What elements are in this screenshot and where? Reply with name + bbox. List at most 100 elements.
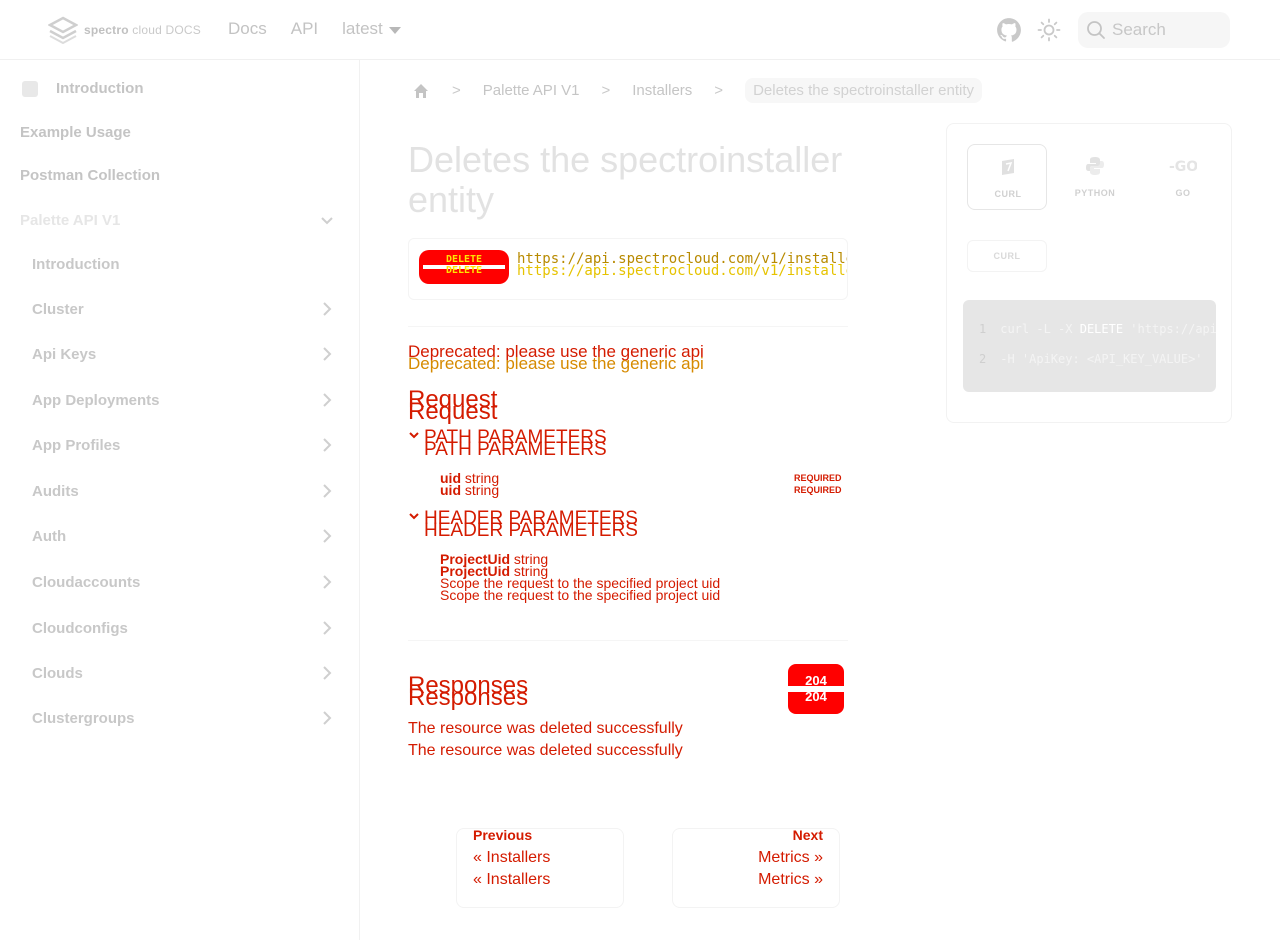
tab-go[interactable]: -GO GO	[1143, 144, 1223, 210]
endpoint-box: DELETE DELETE https://api.spectrocloud.c…	[408, 238, 848, 300]
breadcrumb-installers[interactable]: Installers	[632, 82, 692, 99]
chevron-down-icon	[388, 26, 401, 34]
pager-previous-target: « Installers	[473, 849, 551, 866]
nav-link-api[interactable]: API	[291, 19, 318, 39]
chevron-right-icon[interactable]	[320, 484, 334, 498]
endpoint-url-echo: https://api.spectrocloud.com/v1/installe…	[517, 263, 847, 279]
chevron-right-icon[interactable]	[320, 302, 334, 316]
required-badge: REQUIRED	[794, 473, 842, 483]
path-param-name-echo: uid	[440, 482, 461, 498]
method-label: DELETE	[445, 254, 483, 265]
header-params-heading-echo: HEADER PARAMETERS	[424, 520, 638, 541]
method-badge: DELETE DELETE	[419, 250, 509, 284]
version-dropdown[interactable]: latest	[342, 19, 401, 39]
sidebar-subitem-clustergroups[interactable]: Clustergroups	[32, 710, 135, 727]
method-label-echo: DELETE	[445, 265, 483, 276]
pager-next[interactable]: Next Metrics » Metrics »	[672, 827, 840, 908]
search-icon	[1087, 21, 1105, 39]
logo[interactable]: spectro cloud DOCS	[48, 16, 201, 44]
sidebar-subitem-introduction[interactable]: Introduction	[32, 256, 119, 273]
sidebar-subitem-app-deployments[interactable]: App Deployments	[32, 392, 160, 409]
github-icon[interactable]	[996, 17, 1022, 43]
path-param-row-echo: uid string	[440, 482, 499, 498]
code-tab-curl[interactable]: CURL	[967, 240, 1047, 272]
search-box[interactable]	[1078, 12, 1230, 48]
tab-go-label: GO	[1175, 188, 1191, 198]
sidebar-fade	[0, 750, 359, 790]
pager-previous-target-echo: « Installers	[473, 871, 551, 888]
chevron-right-icon[interactable]	[320, 711, 334, 725]
sidebar: Introduction Example Usage Postman Colle…	[0, 60, 360, 940]
sidebar-subitem-cluster[interactable]: Cluster	[32, 301, 84, 318]
chevron-right-icon[interactable]	[320, 621, 334, 635]
spectro-cloud-logo-icon	[48, 16, 78, 44]
chevron-right-icon[interactable]	[320, 438, 334, 452]
breadcrumb-current: Deletes the spectroinstaller entity	[745, 78, 983, 103]
sidebar-subitem-app-profiles[interactable]: App Profiles	[32, 437, 120, 454]
code-line-2: 2 -H 'ApiKey: <API_KEY_VALUE>'	[979, 352, 1203, 366]
response-code-echo: 204	[805, 689, 827, 704]
sidebar-subitem-clouds[interactable]: Clouds	[32, 665, 83, 682]
response-code-badge[interactable]: 204 204	[788, 664, 844, 714]
required-badge-echo: REQUIRED	[794, 485, 842, 495]
sidebar-subitem-api-keys[interactable]: Api Keys	[32, 346, 96, 363]
python-icon	[1086, 157, 1104, 175]
response-description: The resource was deleted successfully	[408, 720, 683, 737]
sidebar-subitem-auth[interactable]: Auth	[32, 528, 66, 545]
code-sample-panel: CURL PYTHON -GO GO CURL 1 curl -L -X DELE…	[946, 123, 1232, 423]
response-description-echo: The resource was deleted successfully	[408, 742, 683, 759]
sidebar-subitem-audits[interactable]: Audits	[32, 483, 79, 500]
chevron-down-icon[interactable]	[408, 511, 420, 523]
chevron-down-icon[interactable]	[408, 430, 420, 442]
pager-previous[interactable]: Previous « Installers « Installers	[456, 827, 624, 908]
version-label: latest	[342, 19, 383, 38]
pager-previous-label: Previous	[473, 827, 533, 843]
chevron-right-icon[interactable]	[320, 575, 334, 589]
tab-python[interactable]: PYTHON	[1055, 144, 1135, 210]
go-icon: -GO	[1169, 159, 1197, 175]
chevron-down-icon[interactable]	[320, 214, 334, 228]
breadcrumb: > Palette API V1 > Installers > Deletes …	[412, 78, 983, 103]
introduction-icon	[22, 81, 38, 97]
header-param-description-echo: Scope the request to the specified proje…	[440, 587, 721, 603]
logo-text: spectro cloud DOCS	[84, 23, 202, 37]
breadcrumb-separator: >	[714, 82, 724, 99]
search-input[interactable]	[1112, 20, 1222, 40]
divider	[408, 326, 848, 327]
request-heading-echo: Request	[408, 398, 498, 425]
responses-heading-echo: Responses	[408, 684, 529, 711]
code-block: 1curl -L -X DELETE 'https://api.spectroc…	[963, 300, 1216, 392]
breadcrumb-palette-api-v1[interactable]: Palette API V1	[483, 82, 580, 99]
page-title: Deletes the spectroinstaller entity	[408, 139, 843, 220]
breadcrumb-separator: >	[452, 82, 461, 99]
chevron-right-icon[interactable]	[320, 529, 334, 543]
chevron-right-icon[interactable]	[320, 347, 334, 361]
breadcrumb-separator: >	[601, 82, 611, 99]
top-navbar: spectro cloud DOCS Docs API latest	[0, 0, 1280, 60]
sidebar-item-introduction[interactable]: Introduction	[56, 80, 143, 97]
tab-curl-label: CURL	[994, 189, 1022, 199]
code-line-1: 1curl -L -X DELETE 'https://api.spectroc…	[979, 322, 1216, 336]
chevron-right-icon[interactable]	[320, 393, 334, 407]
path-params-heading-echo: PATH PARAMETERS	[424, 439, 607, 460]
curl-icon	[1002, 159, 1014, 175]
tab-curl[interactable]: CURL	[967, 144, 1047, 210]
tab-python-label: PYTHON	[1074, 188, 1116, 198]
svg-text:-GO: -GO	[1169, 159, 1197, 175]
nav-link-docs[interactable]: Docs	[228, 19, 267, 39]
pager-next-target-echo: Metrics »	[758, 871, 823, 888]
sidebar-item-example-usage[interactable]: Example Usage	[20, 124, 131, 141]
pager-next-target: Metrics »	[758, 849, 823, 866]
sidebar-subitem-cloudaccounts[interactable]: Cloudaccounts	[32, 574, 140, 591]
sidebar-item-postman-collection[interactable]: Postman Collection	[20, 167, 160, 184]
sidebar-item-palette-api-v1[interactable]: Palette API V1	[20, 212, 120, 229]
sidebar-subitem-cloudconfigs[interactable]: Cloudconfigs	[32, 620, 128, 637]
pager-next-label: Next	[792, 827, 823, 843]
theme-toggle-sun-icon[interactable]	[1037, 18, 1061, 42]
path-param-type-echo: string	[464, 482, 500, 498]
home-icon[interactable]	[412, 82, 430, 100]
chevron-right-icon[interactable]	[320, 666, 334, 680]
deprecation-note-echo: Deprecated: please use the generic api	[408, 354, 704, 373]
divider	[408, 640, 848, 641]
nav-links: Docs API latest	[228, 19, 401, 39]
